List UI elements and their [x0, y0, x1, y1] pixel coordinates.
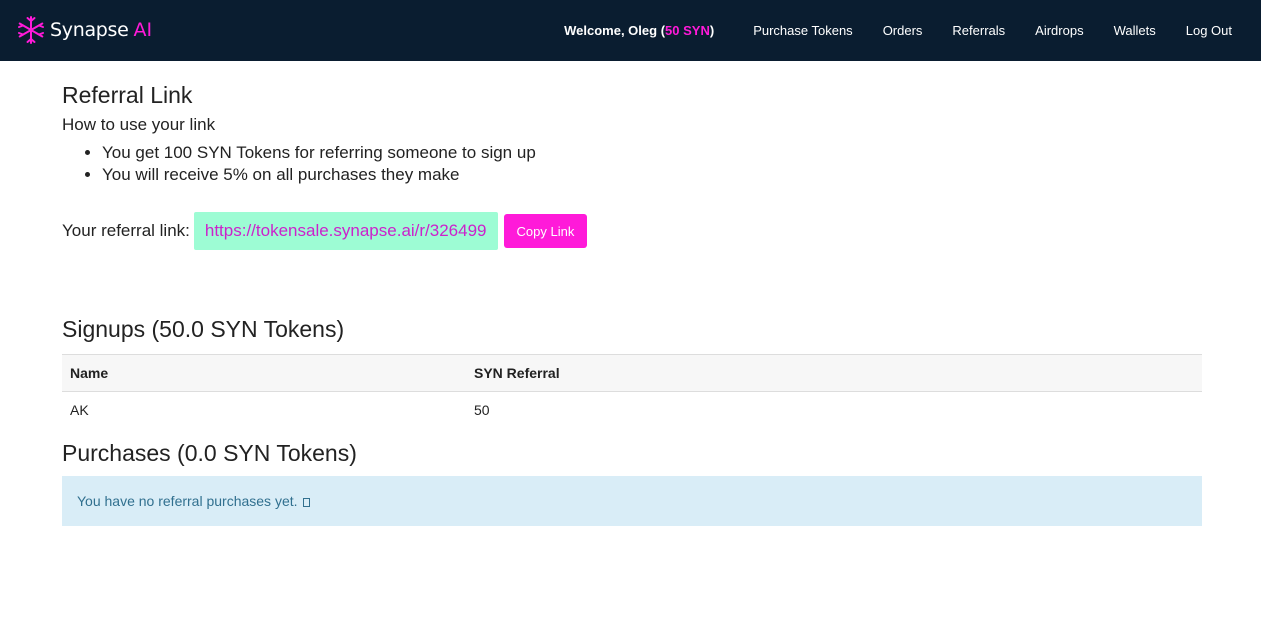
no-purchases-alert: You have no referral purchases yet.: [62, 475, 1202, 526]
top-navbar: Synapse AI Welcome, Oleg (50 SYN) Purcha…: [0, 0, 1261, 61]
cell-syn-referral: 50: [474, 402, 490, 419]
main-content: Referral Link How to use your link You g…: [62, 61, 1202, 526]
referral-rules-list: You get 100 SYN Tokens for referring som…: [62, 142, 1202, 186]
nav-orders[interactable]: Orders: [883, 23, 923, 38]
welcome-text: Welcome, Oleg (50 SYN): [564, 23, 714, 38]
asterisk-snowflake-icon: [18, 16, 44, 44]
table-header-row: Name SYN Referral: [62, 354, 1202, 392]
signups-title: Signups (50.0 SYN Tokens): [62, 316, 345, 342]
referral-link-url[interactable]: https://tokensale.synapse.ai/r/326499: [193, 212, 498, 250]
welcome-suffix: ): [709, 23, 715, 38]
nav-purchase-tokens[interactable]: Purchase Tokens: [753, 23, 853, 38]
placeholder-box-icon: [302, 497, 310, 507]
howto-text: How to use your link: [62, 115, 216, 134]
rule-item: You get 100 SYN Tokens for referring som…: [102, 142, 1202, 164]
nav-log-out[interactable]: Log Out: [1186, 23, 1232, 38]
signups-table: Name SYN Referral AK 50: [62, 354, 1202, 429]
nav-right: Welcome, Oleg (50 SYN) Purchase Tokens O…: [564, 0, 1247, 61]
brand-logo-link[interactable]: Synapse AI: [16, 14, 152, 46]
copy-link-button[interactable]: Copy Link: [503, 214, 588, 248]
referral-link-label: Your referral link:: [62, 221, 190, 240]
cell-name: AK: [70, 402, 89, 419]
nav-airdrops[interactable]: Airdrops: [1035, 23, 1083, 38]
referral-link-row: Your referral link: https://tokensale.sy…: [62, 212, 1202, 250]
column-header-name: Name: [62, 354, 466, 392]
welcome-prefix: Welcome, Oleg (: [564, 23, 666, 38]
referral-link-title: Referral Link: [62, 82, 193, 108]
purchases-title: Purchases (0.0 SYN Tokens): [62, 439, 357, 466]
rule-item: You will receive 5% on all purchases the…: [102, 164, 1202, 186]
table-row: AK 50: [62, 392, 1202, 429]
alert-message: You have no referral purchases yet.: [77, 492, 298, 509]
nav-wallets[interactable]: Wallets: [1114, 23, 1156, 38]
column-header-syn-referral: SYN Referral: [466, 354, 1202, 392]
welcome-balance: 50 SYN: [665, 23, 710, 38]
nav-referrals[interactable]: Referrals: [952, 23, 1005, 38]
brand-ai: AI: [133, 19, 153, 41]
brand-name: Synapse: [50, 19, 129, 41]
